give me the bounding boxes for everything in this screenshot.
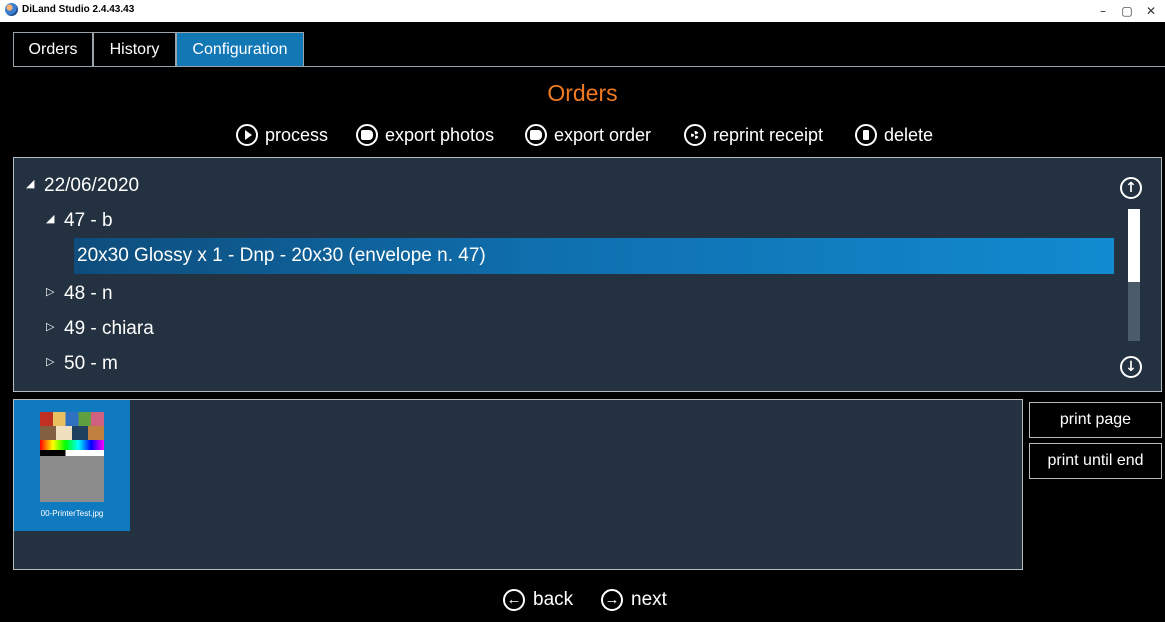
next-button[interactable]: → next <box>601 587 667 613</box>
tree-order-node[interactable]: ▷ 48 - n <box>46 283 113 305</box>
selected-order-item[interactable]: 20x30 Glossy x 1 - Dnp - 20x30 (envelope… <box>74 238 1114 274</box>
date-label: 22/06/2020 <box>44 175 140 196</box>
photo-thumbnail[interactable]: 00-PrinterTest.jpg <box>14 400 130 531</box>
export-order-button[interactable]: export order <box>525 120 651 150</box>
order-label: 50 - m <box>64 353 118 374</box>
expand-arrow-icon: ◢ <box>46 213 55 226</box>
scrollbar-thumb[interactable] <box>1128 209 1140 282</box>
process-label: process <box>265 124 329 145</box>
folder-icon <box>356 124 378 146</box>
tab-divider <box>13 66 1165 67</box>
title-bar: DiLand Studio 2.4.43.43 – ▢ ✕ <box>0 0 1165 22</box>
tree-order-node[interactable]: ▷ 49 - chiara <box>46 318 154 340</box>
minimize-button[interactable]: – <box>1092 1 1114 21</box>
order-item-label: 20x30 Glossy x 1 - Dnp - 20x30 (envelope… <box>77 245 486 266</box>
back-label: back <box>533 589 574 610</box>
test-chart-image <box>40 412 104 456</box>
tree-order-node[interactable]: ▷ 50 - m <box>46 353 118 375</box>
next-label: next <box>631 589 667 610</box>
collapse-arrow-icon: ▷ <box>46 286 55 299</box>
photo-thumbnails-panel: 00-PrinterTest.jpg <box>13 399 1023 570</box>
play-icon <box>236 124 258 146</box>
expand-arrow-icon: ◢ <box>26 178 35 191</box>
export-photos-label: export photos <box>385 124 495 145</box>
app-logo-icon <box>5 3 18 16</box>
arrow-right-icon: → <box>601 589 623 611</box>
arrow-left-icon: ← <box>503 589 525 611</box>
order-label: 47 - b <box>64 210 113 231</box>
scroll-up-button[interactable]: ↑ <box>1120 177 1142 199</box>
export-photos-button[interactable]: export photos <box>356 120 494 150</box>
delete-label: delete <box>884 124 934 145</box>
tab-configuration[interactable]: Configuration <box>176 32 304 67</box>
order-toolbar: process export photos export order repri… <box>0 120 1165 150</box>
trash-icon <box>855 124 877 146</box>
process-button[interactable]: process <box>236 120 328 150</box>
scrollbar[interactable] <box>1128 209 1140 341</box>
app-window: DiLand Studio 2.4.43.43 – ▢ ✕ Orders His… <box>0 0 1165 622</box>
order-label: 48 - n <box>64 283 113 304</box>
tree-date-node[interactable]: ◢ 22/06/2020 <box>26 175 139 197</box>
collapse-arrow-icon: ▷ <box>46 356 55 369</box>
maximize-button[interactable]: ▢ <box>1116 1 1138 21</box>
print-until-end-button[interactable]: print until end <box>1029 443 1162 479</box>
photo-filename: 00-PrinterTest.jpg <box>40 509 104 518</box>
print-page-button[interactable]: print page <box>1029 402 1162 438</box>
order-label: 49 - chiara <box>64 318 154 339</box>
tab-bar: Orders History Configuration <box>0 22 1165 68</box>
delete-button[interactable]: delete <box>855 120 933 150</box>
gear-icon <box>684 124 706 146</box>
photo-preview-image <box>40 412 104 502</box>
tree-order-node[interactable]: ◢ 47 - b <box>46 210 113 232</box>
close-button[interactable]: ✕ <box>1140 1 1162 21</box>
back-button[interactable]: ← back <box>503 587 573 613</box>
scroll-down-button[interactable]: ↓ <box>1120 356 1142 378</box>
page-title: Orders <box>547 80 618 106</box>
export-order-label: export order <box>554 124 652 145</box>
reprint-receipt-button[interactable]: reprint receipt <box>684 120 823 150</box>
folder-icon <box>525 124 547 146</box>
tab-orders[interactable]: Orders <box>13 32 93 67</box>
tab-history[interactable]: History <box>93 32 176 67</box>
order-tree: ◢ 22/06/2020 ◢ 47 - b 20x30 Glossy x 1 - D… <box>13 157 1162 392</box>
reprint-receipt-label: reprint receipt <box>713 124 824 145</box>
window-title: DiLand Studio 2.4.43.43 <box>22 4 135 15</box>
collapse-arrow-icon: ▷ <box>46 321 55 334</box>
